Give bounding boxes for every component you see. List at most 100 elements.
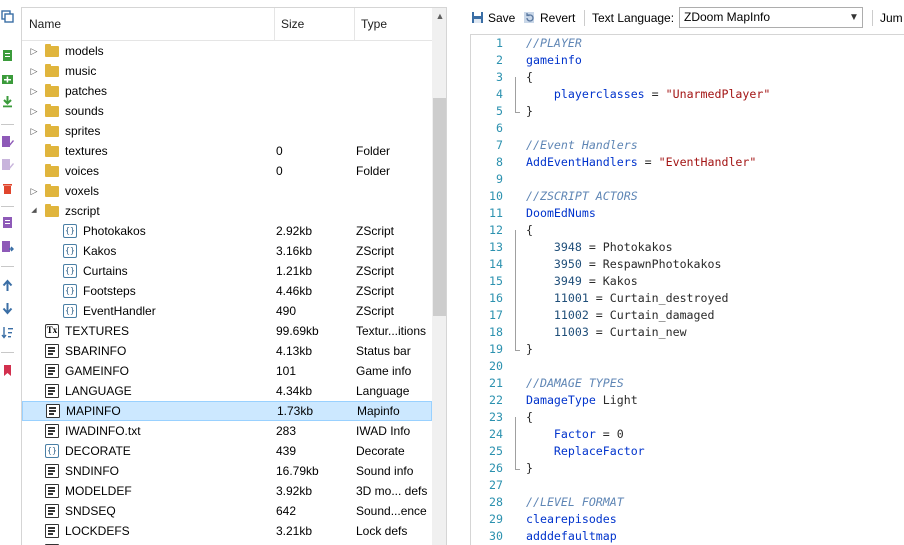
code-line[interactable]: 15 3949 = Kakos	[471, 273, 904, 290]
entry-row[interactable]: SBARINFO 4.13kb Status bar	[22, 341, 432, 361]
move-up-icon[interactable]	[1, 279, 14, 292]
collapsed-arrow-icon[interactable]: ▷	[29, 181, 39, 201]
export-as-icon[interactable]	[1, 240, 14, 253]
text-language-select[interactable]: ZDoom MapInfo ▼	[679, 7, 863, 28]
code-line[interactable]: 8 AddEventHandlers = "EventHandler"	[471, 154, 904, 171]
collapsed-arrow-icon[interactable]: ▷	[29, 101, 39, 121]
code-line[interactable]: 16 11001 = Curtain_destroyed	[471, 290, 904, 307]
entry-row[interactable]: {} Footsteps 4.46kb ZScript	[22, 281, 432, 301]
code-text: ReplaceFactor	[526, 443, 645, 460]
code-line[interactable]: 22 DamageType Light	[471, 392, 904, 409]
code-line[interactable]: 13 3948 = Photokakos	[471, 239, 904, 256]
code-line[interactable]: 21 //DAMAGE TYPES	[471, 375, 904, 392]
entry-row[interactable]: ▷ voxels	[22, 181, 432, 201]
code-line[interactable]: 17 11002 = Curtain_damaged	[471, 307, 904, 324]
entry-row[interactable]: ▷ sounds	[22, 101, 432, 121]
entry-row[interactable]: MAPINFO 1.73kb Mapinfo	[22, 401, 432, 421]
collapsed-arrow-icon[interactable]: ▷	[29, 61, 39, 81]
fold-guide[interactable]	[515, 230, 516, 350]
line-number: 16	[489, 291, 503, 305]
entry-row[interactable]: GAMEINFO 101 Game info	[22, 361, 432, 381]
scrollbar-thumb[interactable]	[433, 98, 446, 316]
code-line[interactable]: 5}	[471, 103, 904, 120]
code-line[interactable]: 25 ReplaceFactor	[471, 443, 904, 460]
code-line[interactable]: 19}	[471, 341, 904, 358]
code-line[interactable]: 3{	[471, 69, 904, 86]
column-header-type[interactable]: Type	[354, 8, 432, 41]
collapsed-arrow-icon[interactable]: ▷	[29, 121, 39, 141]
export-icon[interactable]	[1, 216, 14, 229]
entry-row[interactable]: {} DECORATE 439 Decorate	[22, 441, 432, 461]
edit-entry-icon[interactable]	[1, 135, 14, 148]
entry-row[interactable]: {} Curtains 1.21kb ZScript	[22, 261, 432, 281]
entry-row[interactable]: Tx TEXTURES 99.69kb Textur...itions	[22, 321, 432, 341]
code-line[interactable]: 29 clearepisodes	[471, 511, 904, 528]
code-line[interactable]: 26}	[471, 460, 904, 477]
entry-row[interactable]: ▷ music	[22, 61, 432, 81]
delete-icon[interactable]	[1, 182, 14, 195]
entry-row[interactable]: ▷ sprites	[22, 121, 432, 141]
new-entry-icon[interactable]	[1, 49, 14, 62]
entry-row[interactable]: ▷ models	[22, 41, 432, 61]
entry-row[interactable]: MODELDEF 3.92kb 3D mo... defs	[22, 481, 432, 501]
entry-row[interactable]: {} EventHandler 490 ZScript	[22, 301, 432, 321]
column-header-name[interactable]: Name	[22, 8, 274, 41]
entry-row[interactable]: IWADINFO.txt 283 IWAD Info	[22, 421, 432, 441]
code-area[interactable]: 1//PLAYER 2 gameinfo 3{4 playerclasses = "U…	[471, 35, 904, 545]
code-line[interactable]: 4 playerclasses = "UnarmedPlayer"	[471, 86, 904, 103]
code-line[interactable]: 14 3950 = RespawnPhotokakos	[471, 256, 904, 273]
collapsed-arrow-icon[interactable]: ▷	[29, 81, 39, 101]
collapsed-arrow-icon[interactable]: ▷	[29, 41, 39, 61]
code-line[interactable]: 18 11003 = Curtain_new	[471, 324, 904, 341]
scroll-up-arrow-icon[interactable]: ▲	[432, 8, 446, 24]
entry-row[interactable]: ▷ patches	[22, 81, 432, 101]
revert-button[interactable]: Revert	[540, 7, 575, 29]
sort-icon[interactable]	[1, 326, 14, 339]
entry-row[interactable]: KEYCONF 683 Key conf	[22, 541, 432, 545]
revert-icon[interactable]	[523, 11, 536, 24]
entry-row[interactable]: {} Kakos 3.16kb ZScript	[22, 241, 432, 261]
code-line[interactable]: 30 adddefaultmap	[471, 528, 904, 545]
entry-row[interactable]: SNDINFO 16.79kb Sound info	[22, 461, 432, 481]
code-line[interactable]: 20	[471, 358, 904, 375]
code-line[interactable]: 23 {	[471, 409, 904, 426]
text-editor[interactable]: 1//PLAYER 2 gameinfo 3{4 playerclasses = "U…	[470, 34, 904, 545]
code-line[interactable]: 27	[471, 477, 904, 494]
code-line[interactable]: 24 Factor = 0	[471, 426, 904, 443]
new-window-icon[interactable]	[1, 10, 14, 23]
rename-icon[interactable]	[1, 158, 14, 171]
add-entry-icon[interactable]	[1, 73, 14, 86]
save-button[interactable]: Save	[488, 7, 515, 29]
code-token: }	[526, 342, 533, 356]
chevron-down-icon[interactable]: ▼	[849, 8, 859, 27]
code-line[interactable]: 1 //PLAYER	[471, 35, 904, 52]
fold-guide[interactable]	[515, 77, 516, 112]
column-header-size[interactable]: Size	[274, 8, 354, 41]
code-token: //DAMAGE TYPES	[526, 376, 624, 390]
entry-row[interactable]: LOCKDEFS 3.21kb Lock defs	[22, 521, 432, 541]
code-line[interactable]: 10 //ZSCRIPT ACTORS	[471, 188, 904, 205]
entry-row[interactable]: SNDSEQ 642 Sound...ence	[22, 501, 432, 521]
entry-row[interactable]: LANGUAGE 4.34kb Language	[22, 381, 432, 401]
entry-row[interactable]: textures 0 Folder	[22, 141, 432, 161]
move-down-icon[interactable]	[1, 302, 14, 315]
code-line[interactable]: 2 gameinfo	[471, 52, 904, 69]
import-icon[interactable]	[1, 95, 14, 108]
entry-row[interactable]: voices 0 Folder	[22, 161, 432, 181]
entry-size: 642	[276, 504, 297, 518]
bookmark-icon[interactable]	[1, 364, 14, 377]
save-icon[interactable]	[471, 11, 484, 24]
entry-row[interactable]: ◢ zscript	[22, 201, 432, 221]
vertical-scrollbar[interactable]: ▲	[432, 8, 446, 545]
code-token: Factor	[553, 427, 596, 441]
expanded-arrow-icon[interactable]: ◢	[29, 201, 39, 221]
code-line[interactable]: 9	[471, 171, 904, 188]
code-text: DoomEdNums	[526, 205, 596, 222]
code-line[interactable]: 7 //Event Handlers	[471, 137, 904, 154]
code-line[interactable]: 28 //LEVEL FORMAT	[471, 494, 904, 511]
code-line[interactable]: 6	[471, 120, 904, 137]
code-line[interactable]: 11 DoomEdNums	[471, 205, 904, 222]
fold-guide[interactable]	[515, 417, 516, 469]
code-line[interactable]: 12 {	[471, 222, 904, 239]
entry-row[interactable]: {} Photokakos 2.92kb ZScript	[22, 221, 432, 241]
